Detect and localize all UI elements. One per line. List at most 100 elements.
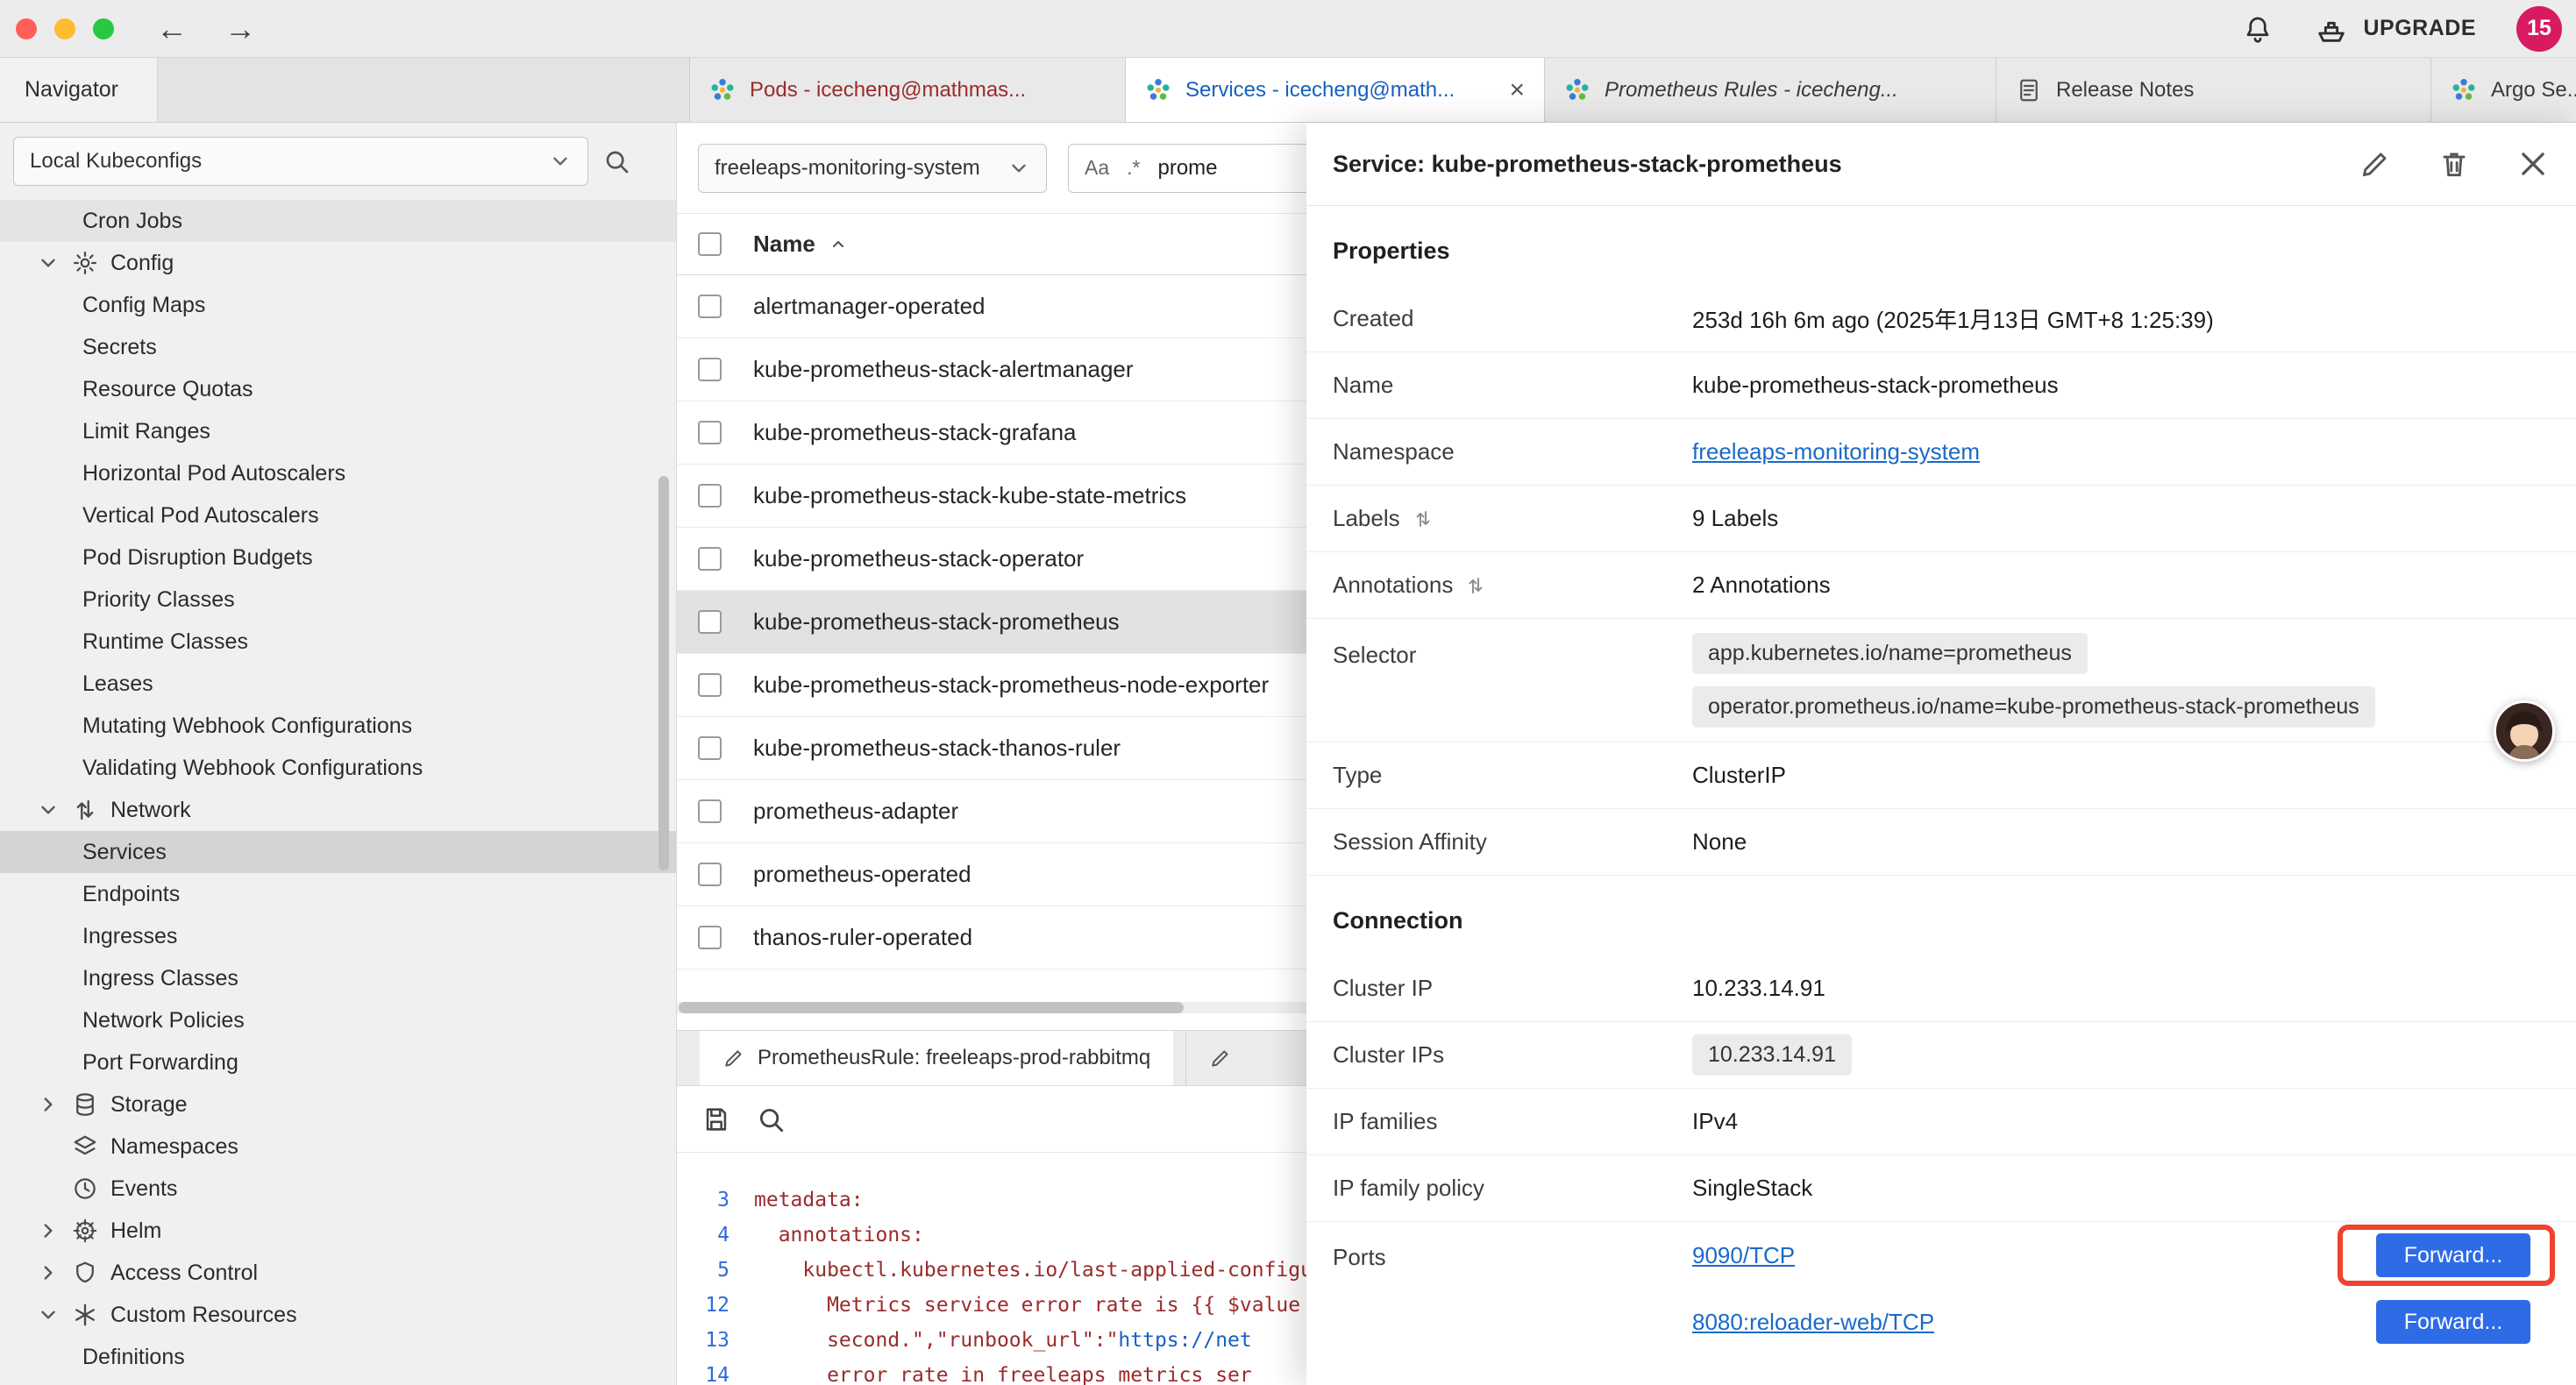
match-case-toggle[interactable]: Aa [1085,156,1109,180]
row-checkbox[interactable] [698,610,722,634]
row-checkbox[interactable] [698,547,722,571]
namespace-link[interactable]: freeleaps-monitoring-system [1692,438,1980,465]
table-row[interactable]: kube-prometheus-stack-prometheus [677,591,1306,654]
upgrade-button[interactable]: UPGRADE [2314,11,2476,46]
sidebar-item[interactable]: Definitions [0,1336,676,1378]
sidebar-item[interactable]: Leases [0,663,676,705]
list-search-input[interactable]: Aa .* prome [1068,144,1306,193]
close-drawer-icon[interactable] [2516,147,2550,181]
sidebar-item[interactable]: Ingress Classes [0,957,676,999]
sidebar-item[interactable]: Port Forwarding [0,1041,676,1083]
avatar[interactable] [2494,700,2555,762]
table-row[interactable]: prometheus-operated [677,843,1306,906]
sidebar-item[interactable]: Limit Ranges [0,410,676,452]
sidebar-item[interactable]: Validating Webhook Configurations [0,747,676,789]
navigator-panel-tab[interactable]: Navigator [0,58,158,122]
table-row[interactable]: kube-prometheus-stack-alertmanager [677,338,1306,401]
row-checkbox[interactable] [698,295,722,318]
sidebar-item[interactable]: Config Maps [0,284,676,326]
sidebar-item-label: Ingress Classes [82,966,238,991]
sidebar-search-icon[interactable] [602,147,630,175]
tab-prometheus-rules[interactable]: Prometheus Rules - icecheng... [1544,58,1996,122]
tree-item-icon [72,1260,98,1286]
sidebar-item[interactable]: Access Control [0,1252,676,1294]
sidebar-scrollbar[interactable] [658,476,669,870]
edit-pencil-icon[interactable] [2359,147,2392,181]
tab-argo[interactable]: Argo Se... [2430,58,2576,122]
regex-toggle[interactable]: .* [1127,156,1140,180]
save-icon[interactable] [701,1104,731,1134]
table-row[interactable]: alertmanager-operated [677,275,1306,338]
back-arrow-button[interactable]: ← [156,11,188,47]
sidebar-item[interactable]: Ingresses [0,915,676,957]
sort-ascending-icon[interactable] [828,234,849,255]
namespace-filter-dropdown[interactable]: freeleaps-monitoring-system [698,144,1047,193]
horizontal-scrollbar[interactable] [679,1002,1184,1013]
sidebar-item[interactable]: Network Policies [0,999,676,1041]
row-checkbox[interactable] [698,673,722,697]
editor-search-icon[interactable] [756,1104,786,1134]
table-row[interactable]: prometheus-adapter [677,780,1306,843]
row-checkbox[interactable] [698,736,722,760]
sidebar-item[interactable]: Pod Disruption Budgets [0,536,676,579]
name-column-header[interactable]: Name [753,231,815,258]
sidebar-item[interactable]: Horizontal Pod Autoscalers [0,452,676,494]
forward-button[interactable]: Forward... [2376,1300,2530,1344]
table-row[interactable]: kube-prometheus-stack-operator [677,528,1306,591]
row-checkbox[interactable] [698,358,722,381]
dock-tab-partial[interactable] [1185,1031,1306,1085]
expand-annotations-icon[interactable] [1465,575,1486,596]
session-affinity-value: None [1692,828,2550,856]
sidebar-item[interactable]: Mutating Webhook Configurations [0,705,676,747]
sidebar-item[interactable]: Storage [0,1083,676,1126]
sidebar-item[interactable]: Priority Classes [0,579,676,621]
forward-button[interactable]: Forward... [2376,1233,2530,1277]
sidebar-item[interactable]: Endpoints [0,873,676,915]
table-row[interactable]: kube-prometheus-stack-kube-state-metrics [677,465,1306,528]
maximize-window-button[interactable] [93,18,114,39]
table-row[interactable]: kube-prometheus-stack-thanos-ruler [677,717,1306,780]
sidebar-item[interactable]: Config [0,242,676,284]
table-row[interactable]: kube-prometheus-stack-grafana [677,401,1306,465]
table-row[interactable]: kube-prometheus-stack-prometheus-node-ex… [677,654,1306,717]
close-tab-icon[interactable]: × [1509,75,1525,105]
notification-count-badge[interactable]: 15 [2516,6,2562,52]
sidebar-item[interactable]: Resource Quotas [0,368,676,410]
delete-trash-icon[interactable] [2437,147,2471,181]
row-checkbox[interactable] [698,863,722,886]
row-checkbox[interactable] [698,484,722,508]
row-checkbox[interactable] [698,799,722,823]
sidebar-item[interactable]: Network [0,789,676,831]
sidebar-item[interactable]: Namespaces [0,1126,676,1168]
dock-tab-prometheusrule[interactable]: PrometheusRule: freeleaps-prod-rabbitmq [700,1031,1173,1085]
forward-arrow-button[interactable]: → [224,11,256,47]
row-checkbox[interactable] [698,926,722,949]
sidebar-item[interactable]: Runtime Classes [0,621,676,663]
editor-line: 12 Metrics service error rate is {{ $val… [677,1288,1306,1323]
service-name-cell: kube-prometheus-stack-operator [753,545,1084,572]
minimize-window-button[interactable] [54,18,75,39]
sidebar-item[interactable]: Events [0,1168,676,1210]
sidebar-item[interactable]: Custom Resources [0,1294,676,1336]
select-all-checkbox[interactable] [698,232,722,256]
sidebar-item[interactable]: Services [0,831,676,873]
port-link-8080[interactable]: 8080:reloader-web/TCP [1692,1309,1934,1336]
sidebar-item[interactable]: Cron Jobs [0,200,676,242]
expand-labels-icon[interactable] [1413,508,1434,529]
close-window-button[interactable] [16,18,37,39]
sidebar-item[interactable]: Vertical Pod Autoscalers [0,494,676,536]
port-link-9090[interactable]: 9090/TCP [1692,1242,1795,1269]
sidebar-item-label: Runtime Classes [82,629,248,655]
sidebar-item[interactable]: Secrets [0,326,676,368]
tab-services[interactable]: Services - icecheng@math... × [1125,58,1544,122]
notifications-bell-icon[interactable] [2242,13,2274,45]
property-row-created: Created 253d 16h 6m ago (2025年1月13日 GMT+… [1306,286,2576,352]
yaml-editor[interactable]: 3 metadata: 4 annotations: 5 kubectl.kub… [677,1153,1306,1385]
sidebar-item[interactable]: Helm [0,1210,676,1252]
kubeconfig-selector[interactable]: Local Kubeconfigs [13,137,588,186]
table-row[interactable]: thanos-ruler-operated [677,906,1306,970]
row-checkbox[interactable] [698,421,722,444]
tab-release-notes[interactable]: Release Notes [1996,58,2430,122]
property-row-ip-family-policy: IP family policy SingleStack [1306,1155,2576,1222]
tab-pods[interactable]: Pods - icecheng@mathmas... [689,58,1125,122]
